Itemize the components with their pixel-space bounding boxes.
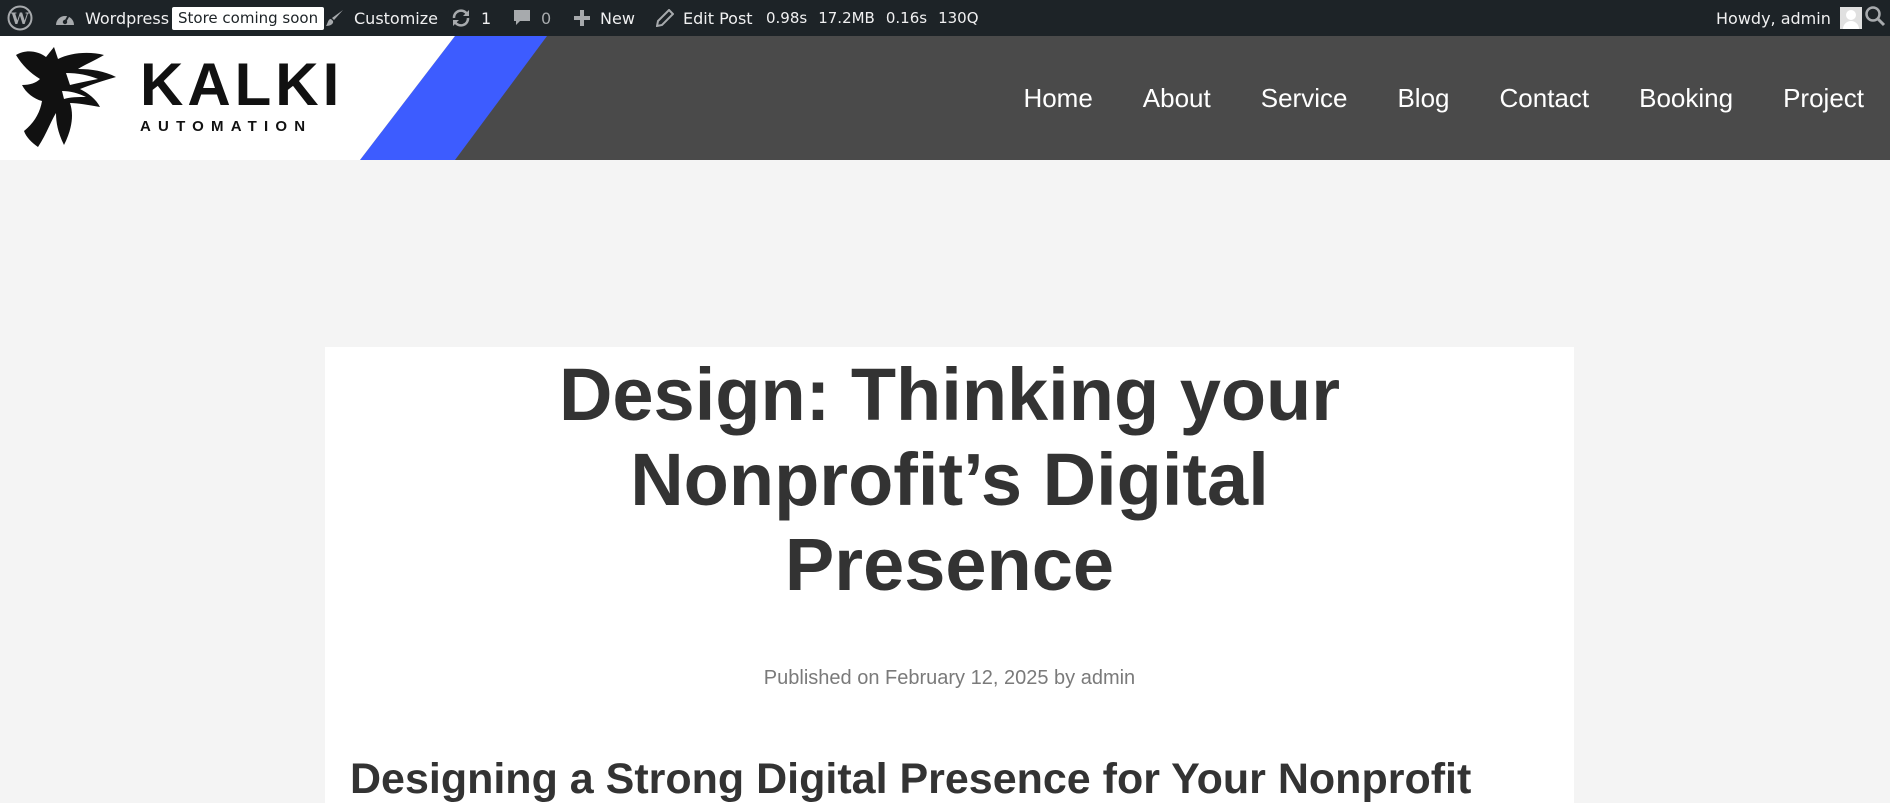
new-label: New — [600, 8, 635, 28]
post-title-line: Nonprofit’s Digital — [630, 438, 1269, 521]
stat-db-time: 0.16s — [885, 9, 928, 27]
post-meta-prefix: Published on — [763, 667, 880, 689]
post-meta-by: by — [1054, 667, 1076, 689]
admin-bar: W Wordpress Store coming soon Customize — [0, 0, 1890, 36]
post-author[interactable]: admin — [1081, 667, 1135, 689]
refresh-icon — [450, 8, 472, 28]
stat-time: 0.98s — [766, 9, 808, 27]
paintbrush-icon — [325, 8, 345, 28]
nav-home[interactable]: Home — [1023, 83, 1092, 114]
main-navigation: Home About Service Blog Contact Booking … — [973, 36, 1864, 160]
site-header: KALKI AUTOMATION Home About Service Blog… — [0, 36, 1890, 160]
nav-blog[interactable]: Blog — [1397, 83, 1449, 114]
post-title: Design: Thinking your Nonprofit’s Digita… — [325, 352, 1574, 607]
admin-search[interactable] — [1864, 0, 1886, 36]
plus-icon — [573, 9, 591, 27]
pegasus-logo-icon — [8, 43, 120, 160]
edit-post-menu[interactable]: Edit Post — [656, 0, 753, 36]
query-monitor-stats[interactable]: 0.98s 17.2MB 0.16s 130Q — [766, 0, 979, 36]
stat-memory: 17.2MB — [818, 9, 875, 27]
nav-contact[interactable]: Contact — [1500, 83, 1590, 114]
dashboard-icon — [54, 9, 76, 27]
site-name-menu[interactable]: Wordpress — [54, 0, 169, 36]
updates-menu[interactable]: 1 — [450, 0, 491, 36]
updates-count: 1 — [481, 8, 492, 28]
edit-post-label: Edit Post — [683, 8, 753, 28]
nav-booking[interactable]: Booking — [1639, 83, 1733, 114]
nav-service[interactable]: Service — [1261, 83, 1348, 114]
site-name: Wordpress — [85, 8, 170, 28]
post-meta: Published on February 12, 2025 by admin — [325, 667, 1574, 690]
nav-about[interactable]: About — [1143, 83, 1211, 114]
howdy-greeting: Howdy, admin — [1716, 8, 1831, 28]
store-badge-label: Store coming soon — [172, 6, 325, 30]
store-coming-soon-badge[interactable]: Store coming soon — [172, 0, 325, 36]
stat-queries: 130Q — [938, 9, 979, 27]
my-account-menu[interactable]: Howdy, admin — [1716, 0, 1862, 36]
post-title-line: Presence — [784, 523, 1115, 606]
avatar — [1839, 7, 1862, 29]
new-content-menu[interactable]: New — [573, 0, 635, 36]
search-icon — [1864, 5, 1886, 31]
post-article: Design: Thinking your Nonprofit’s Digita… — [325, 347, 1574, 803]
customize-label: Customize — [354, 8, 438, 28]
wordpress-icon: W — [7, 5, 33, 31]
comment-icon — [512, 8, 532, 28]
comments-menu[interactable]: 0 — [512, 0, 551, 36]
wordpress-menu[interactable]: W — [7, 0, 42, 36]
svg-text:W: W — [10, 9, 30, 28]
nav-project[interactable]: Project — [1783, 83, 1864, 114]
brand-tagline: AUTOMATION — [140, 118, 313, 135]
pencil-icon — [656, 9, 674, 27]
post-date[interactable]: February 12, 2025 — [885, 667, 1048, 689]
brand-name: KALKI — [140, 51, 344, 118]
customize-menu[interactable]: Customize — [325, 0, 438, 36]
post-title-line: Design: Thinking your — [558, 353, 1341, 436]
comments-count: 0 — [541, 8, 552, 28]
section-heading: Designing a Strong Digital Presence for … — [350, 755, 1472, 803]
